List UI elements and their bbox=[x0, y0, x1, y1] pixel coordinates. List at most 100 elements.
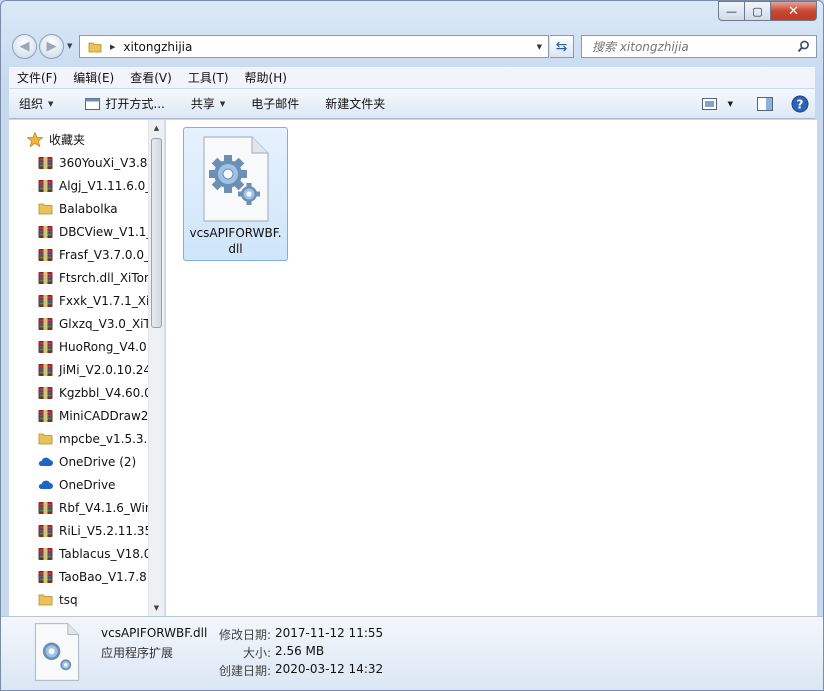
archive-icon bbox=[37, 179, 53, 193]
cloud-icon bbox=[37, 455, 53, 469]
address-bar[interactable]: ▶ xitongzhijia ▼ bbox=[79, 35, 549, 58]
sidebar-item-favorites[interactable]: 收藏夹 bbox=[9, 128, 149, 151]
search-icon[interactable] bbox=[797, 40, 810, 53]
close-button[interactable]: ✕ bbox=[771, 1, 817, 21]
sidebar-item[interactable]: DBCView_V1.1_X bbox=[9, 220, 149, 243]
sidebar-item[interactable]: RiLi_V5.2.11.354 bbox=[9, 519, 149, 542]
navigation-bar: ◀ ▶ ▼ ▶ xitongzhijia ▼ ⇆ bbox=[9, 31, 817, 61]
archive-icon bbox=[37, 547, 53, 561]
sidebar-item-label: Kgzbbl_V4.60.0 bbox=[59, 385, 149, 400]
sidebar-item[interactable]: Frasf_V3.7.0.0_X bbox=[9, 243, 149, 266]
dll-file-icon bbox=[34, 623, 80, 681]
folder-icon bbox=[37, 432, 53, 446]
help-icon[interactable]: ? bbox=[791, 95, 809, 113]
refresh-icon: ⇆ bbox=[555, 38, 568, 55]
sidebar-item-label: MiniCADDraw20 bbox=[59, 408, 149, 423]
share-button[interactable]: 共享 ▼ bbox=[181, 89, 235, 118]
archive-icon bbox=[37, 570, 53, 584]
sidebar-item[interactable]: 360YouXi_V3.8.7 bbox=[9, 151, 149, 174]
sidebar-item[interactable]: Tablacus_V18.0 bbox=[9, 542, 149, 565]
details-modified-label: 修改日期: bbox=[218, 628, 271, 642]
sidebar-item[interactable]: Balabolka bbox=[9, 197, 149, 220]
archive-icon bbox=[37, 317, 53, 331]
archive-icon bbox=[37, 294, 53, 308]
file-item-selected[interactable]: vcsAPIFORWBF.dll bbox=[183, 127, 288, 261]
sidebar-item[interactable]: Rbf_V4.1.6_Win8 bbox=[9, 496, 149, 519]
view-controls: ▼ ? bbox=[701, 89, 809, 118]
organize-button[interactable]: 组织 ▼ bbox=[9, 89, 63, 118]
refresh-button[interactable]: ⇆ bbox=[550, 35, 574, 58]
menu-help[interactable]: 帮助(H) bbox=[237, 69, 295, 86]
scroll-up-icon[interactable]: ▲ bbox=[149, 120, 164, 136]
chevron-down-icon: ▼ bbox=[219, 99, 226, 108]
view-mode-icon[interactable] bbox=[701, 97, 718, 110]
sidebar-item-label: 收藏夹 bbox=[49, 133, 86, 147]
explorer-window: — ▢ ✕ ◀ ▶ ▼ ▶ xitongzhijia ▼ ⇆ 文件(F) 编辑(… bbox=[0, 0, 824, 691]
scroll-thumb[interactable] bbox=[151, 138, 162, 328]
sidebar-item-label: mpcbe_v1.5.3.4 bbox=[59, 431, 149, 446]
cloud-icon bbox=[37, 478, 53, 492]
sidebar-item[interactable]: Ftsrch.dll_XiTon bbox=[9, 266, 149, 289]
menu-file[interactable]: 文件(F) bbox=[9, 69, 65, 86]
sidebar-item[interactable]: Glxzq_V3.0_XiTo bbox=[9, 312, 149, 335]
open-with-button[interactable]: 打开方式... bbox=[75, 89, 174, 118]
share-label: 共享 bbox=[190, 97, 215, 111]
folder-icon bbox=[37, 202, 53, 216]
sidebar-item-label: DBCView_V1.1_X bbox=[59, 224, 149, 239]
back-button[interactable]: ◀ bbox=[12, 34, 37, 59]
details-file-name: vcsAPIFORWBF.dll bbox=[101, 626, 208, 640]
search-input[interactable] bbox=[592, 39, 792, 54]
email-button[interactable]: 电子邮件 bbox=[241, 89, 309, 118]
menu-view[interactable]: 查看(V) bbox=[122, 69, 180, 86]
menu-bar: 文件(F) 编辑(E) 查看(V) 工具(T) 帮助(H) bbox=[9, 67, 815, 88]
organize-label: 组织 bbox=[19, 97, 44, 111]
sidebar-item-label: HuoRong_V4.0. bbox=[59, 339, 149, 354]
arrow-left-icon: ◀ bbox=[19, 39, 30, 54]
sidebar-item[interactable]: HuoRong_V4.0. bbox=[9, 335, 149, 358]
svg-text:?: ? bbox=[797, 97, 804, 111]
sidebar-item[interactable]: mpcbe_v1.5.3.4 bbox=[9, 427, 149, 450]
menu-edit[interactable]: 编辑(E) bbox=[65, 69, 122, 86]
arrow-right-icon: ▶ bbox=[46, 39, 57, 54]
sidebar-item-label: JiMi_V2.0.10.24_ bbox=[59, 362, 149, 377]
window-icon bbox=[85, 97, 101, 110]
sidebar-item[interactable]: OneDrive (2) bbox=[9, 450, 149, 473]
sidebar-item[interactable]: TaoBao_V1.7.8. bbox=[9, 565, 149, 588]
file-list-pane[interactable]: vcsAPIFORWBF.dll bbox=[166, 120, 817, 616]
nav-scrollbar[interactable]: ▲ ▼ bbox=[148, 120, 164, 616]
menu-tools[interactable]: 工具(T) bbox=[180, 69, 237, 86]
scroll-down-icon[interactable]: ▼ bbox=[149, 600, 164, 616]
sidebar-item[interactable]: MiniCADDraw20 bbox=[9, 404, 149, 427]
command-bar: 组织 ▼ 打开方式... 共享 ▼ 电子邮件 新建文件夹 ▼ ? bbox=[9, 89, 815, 119]
sidebar-item[interactable]: JiMi_V2.0.10.24_ bbox=[9, 358, 149, 381]
search-box bbox=[581, 35, 817, 58]
breadcrumb-separator-icon[interactable]: ▶ bbox=[110, 43, 115, 51]
window-controls: — ▢ ✕ bbox=[718, 1, 817, 21]
sidebar-item[interactable]: Kgzbbl_V4.60.0 bbox=[9, 381, 149, 404]
details-created-value: 2020-03-12 14:32 bbox=[275, 662, 384, 676]
sidebar-item-label: Algj_V1.11.6.0_X bbox=[59, 178, 149, 193]
preview-pane-icon[interactable] bbox=[757, 96, 773, 111]
details-modified-value: 2017-11-12 11:55 bbox=[275, 626, 384, 640]
sidebar-item[interactable]: tsq bbox=[9, 588, 149, 611]
archive-icon bbox=[37, 386, 53, 400]
breadcrumb-current[interactable]: xitongzhijia bbox=[123, 40, 192, 54]
sidebar-item-label: Glxzq_V3.0_XiTo bbox=[59, 316, 149, 331]
details-pane: vcsAPIFORWBF.dll 应用程序扩展 修改日期: 2017-11-12… bbox=[1, 616, 823, 690]
sidebar-item[interactable]: Fxxk_V1.7.1_XiTo bbox=[9, 289, 149, 312]
minimize-button[interactable]: — bbox=[718, 1, 745, 21]
view-dropdown-icon[interactable]: ▼ bbox=[728, 100, 733, 108]
sidebar-item[interactable]: OneDrive bbox=[9, 473, 149, 496]
address-dropdown-icon[interactable]: ▼ bbox=[537, 43, 542, 51]
maximize-button[interactable]: ▢ bbox=[745, 1, 771, 21]
recent-pages-dropdown[interactable]: ▼ bbox=[67, 42, 72, 50]
open-with-label: 打开方式... bbox=[105, 97, 165, 111]
forward-button[interactable]: ▶ bbox=[39, 34, 64, 59]
dll-file-icon bbox=[203, 136, 269, 222]
sidebar-item[interactable]: Algj_V1.11.6.0_X bbox=[9, 174, 149, 197]
archive-icon bbox=[37, 248, 53, 262]
archive-icon bbox=[37, 524, 53, 538]
new-folder-button[interactable]: 新建文件夹 bbox=[315, 89, 395, 118]
archive-icon bbox=[37, 340, 53, 354]
sidebar-item-label: 360YouXi_V3.8.7 bbox=[59, 155, 149, 170]
